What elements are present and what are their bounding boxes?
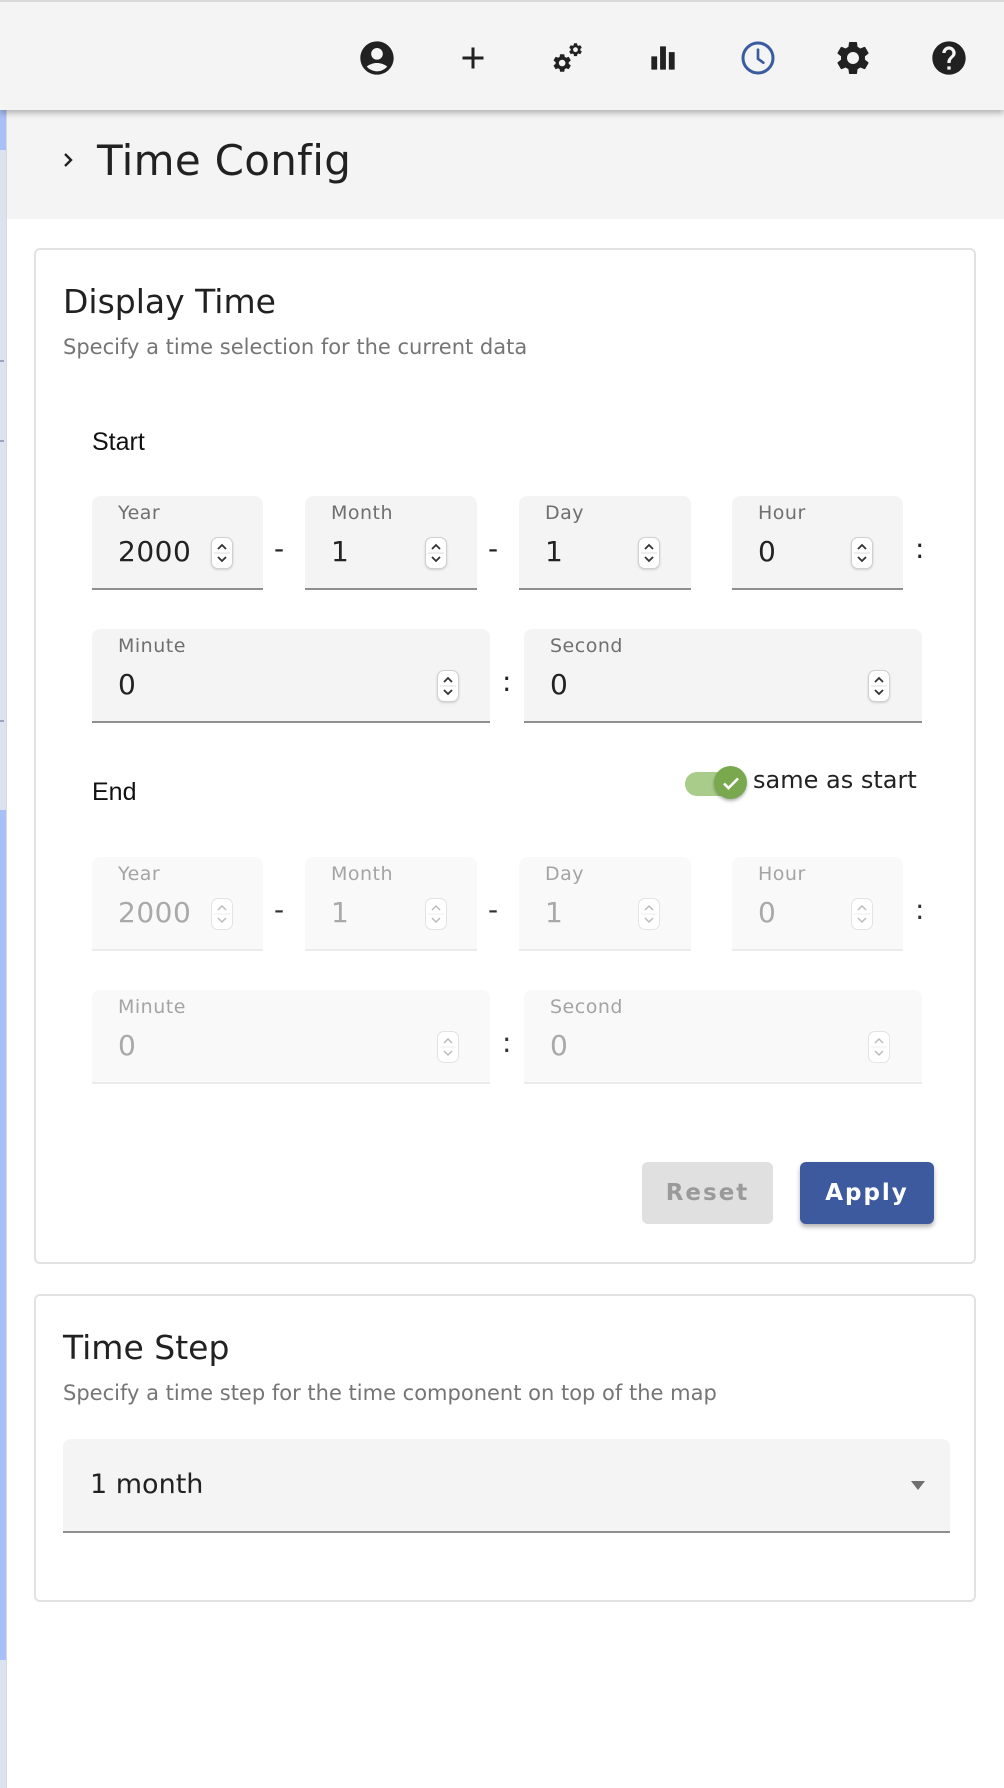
same-as-start-toggle[interactable] <box>685 766 747 802</box>
end-day-field: Day 1 <box>519 857 691 951</box>
date-separator: - <box>274 532 285 565</box>
check-icon <box>722 777 739 790</box>
field-value[interactable]: 1 <box>545 535 563 568</box>
end-hour-field: Hour 0 <box>732 857 903 951</box>
display-time-card: Display Time Specify a time selection fo… <box>34 248 976 1264</box>
start-day-field[interactable]: Day 1 <box>519 496 691 590</box>
field-value[interactable]: 1 <box>331 535 349 568</box>
spinner-icon[interactable] <box>211 537 233 569</box>
time-step-card: Time Step Specify a time step for the ti… <box>34 1294 976 1602</box>
end-second-field: Second 0 <box>524 990 922 1084</box>
field-value: 1 <box>331 896 350 929</box>
start-label: Start <box>92 428 145 456</box>
time-separator: : <box>502 665 512 698</box>
end-year-field: Year 2000 <box>92 857 263 951</box>
clock-icon[interactable] <box>736 36 780 80</box>
cogs-icon[interactable] <box>546 36 590 80</box>
field-value: 1 <box>545 896 564 929</box>
field-value: 0 <box>550 1029 569 1062</box>
gear-icon[interactable] <box>831 36 875 80</box>
end-minute-field: Minute 0 <box>92 990 490 1084</box>
start-hour-field[interactable]: Hour 0 <box>732 496 903 590</box>
field-label: Minute <box>118 996 186 1018</box>
panel-divider <box>6 110 7 1788</box>
spinner-icon <box>437 1031 459 1063</box>
field-label: Hour <box>758 502 806 524</box>
field-label: Month <box>331 863 394 885</box>
start-second-field[interactable]: Second 0 <box>524 629 922 723</box>
field-value[interactable]: 2000 <box>118 535 191 568</box>
field-label: Year <box>118 863 161 885</box>
spinner-icon[interactable] <box>638 537 660 569</box>
field-value: 0 <box>118 1029 137 1062</box>
display-time-subtitle: Specify a time selection for the current… <box>63 335 528 359</box>
spinner-icon[interactable] <box>425 537 447 569</box>
dropdown-arrow-icon[interactable] <box>910 1479 926 1491</box>
field-label: Month <box>331 502 394 524</box>
end-month-field: Month 1 <box>305 857 477 951</box>
field-label: Second <box>550 635 623 657</box>
apply-button[interactable]: Apply <box>800 1162 934 1224</box>
start-year-field[interactable]: Year 2000 <box>92 496 263 590</box>
chevron-right-icon[interactable] <box>59 146 79 174</box>
field-label: Day <box>545 502 585 524</box>
same-as-start-label: same as start <box>753 766 917 794</box>
help-icon[interactable] <box>927 36 971 80</box>
spinner-icon[interactable] <box>437 670 459 702</box>
time-config-header: Time Config <box>7 110 1004 219</box>
spinner-icon <box>851 898 873 930</box>
spinner-icon <box>211 898 233 930</box>
field-label: Day <box>545 863 585 885</box>
field-label: Hour <box>758 863 806 885</box>
page-title: Time Config <box>97 136 352 185</box>
top-toolbar <box>0 0 1004 110</box>
time-separator: : <box>915 532 925 565</box>
date-separator: - <box>488 532 499 565</box>
time-step-subtitle: Specify a time step for the time compone… <box>63 1381 717 1405</box>
field-label: Year <box>118 502 161 524</box>
spinner-icon[interactable] <box>868 670 890 702</box>
date-separator: - <box>274 893 285 926</box>
time-step-select[interactable]: 1 month <box>63 1439 950 1533</box>
spinner-icon <box>638 898 660 930</box>
field-label: Second <box>550 996 623 1018</box>
field-value[interactable]: 0 <box>118 668 136 701</box>
plus-icon[interactable] <box>451 36 495 80</box>
bar-chart-icon[interactable] <box>641 36 685 80</box>
field-label: Minute <box>118 635 186 657</box>
field-value[interactable]: 0 <box>550 668 568 701</box>
time-separator: : <box>502 1026 512 1059</box>
end-label: End <box>92 778 137 806</box>
spinner-icon <box>425 898 447 930</box>
spinner-icon[interactable] <box>851 537 873 569</box>
field-value[interactable]: 0 <box>758 535 776 568</box>
spinner-icon <box>868 1031 890 1063</box>
time-separator: : <box>915 893 925 926</box>
account-circle-icon[interactable] <box>355 36 399 80</box>
time-step-value: 1 month <box>90 1469 204 1500</box>
time-step-title: Time Step <box>63 1328 230 1367</box>
field-value: 0 <box>758 896 777 929</box>
field-value: 2000 <box>118 896 192 929</box>
start-month-field[interactable]: Month 1 <box>305 496 477 590</box>
display-time-title: Display Time <box>63 282 276 321</box>
start-minute-field[interactable]: Minute 0 <box>92 629 490 723</box>
reset-button[interactable]: Reset <box>642 1162 773 1224</box>
date-separator: - <box>488 893 499 926</box>
